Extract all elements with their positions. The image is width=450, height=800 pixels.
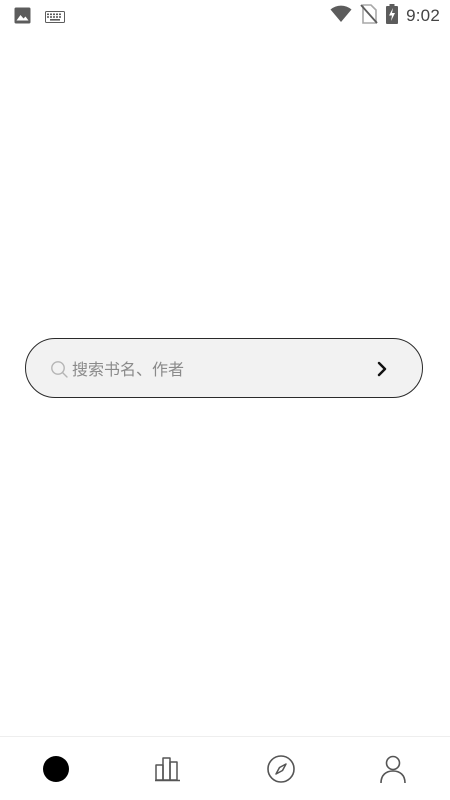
- nav-item-bookshelf[interactable]: [112, 737, 224, 800]
- image-icon: [14, 7, 31, 28]
- search-submit-button[interactable]: [366, 353, 398, 385]
- compass-icon: [267, 755, 295, 783]
- user-icon: [380, 755, 406, 784]
- bottom-nav: [0, 736, 450, 800]
- search-input[interactable]: [72, 355, 352, 383]
- status-bar-right: 9:02: [330, 4, 440, 28]
- status-bar: 9:02: [0, 0, 450, 32]
- status-bar-left: [14, 7, 65, 28]
- wifi-icon: [330, 5, 352, 27]
- chevron-right-icon: [377, 361, 387, 377]
- no-sim-icon: [360, 4, 378, 28]
- nav-item-profile[interactable]: [337, 737, 449, 800]
- nav-item-discover[interactable]: [225, 737, 337, 800]
- books-icon: [155, 757, 180, 782]
- home-dot-icon: [43, 756, 69, 782]
- search-bar[interactable]: [25, 338, 423, 398]
- search-icon: [50, 360, 69, 379]
- status-time: 9:02: [406, 6, 440, 25]
- keyboard-icon: [45, 8, 65, 27]
- nav-item-home[interactable]: [0, 737, 112, 800]
- battery-charging-icon: [386, 4, 399, 28]
- app-screen: 9:02: [0, 0, 450, 800]
